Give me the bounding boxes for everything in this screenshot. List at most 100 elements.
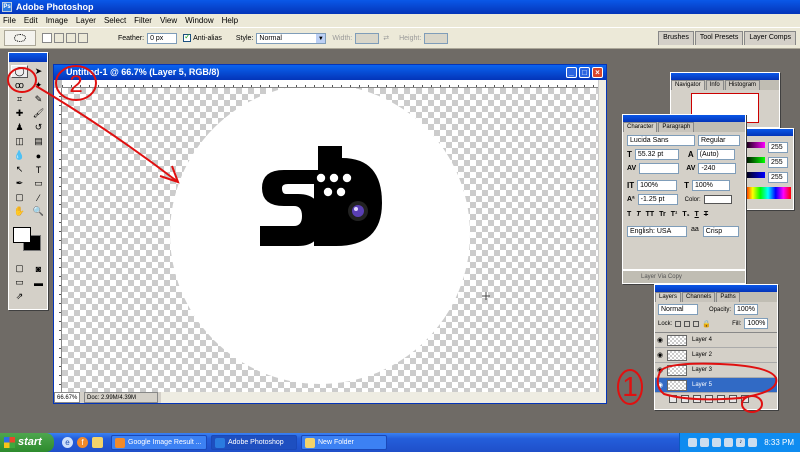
- menu-edit[interactable]: Edit: [24, 16, 38, 25]
- superscript-button[interactable]: T¹: [671, 211, 678, 218]
- hand-tool[interactable]: ✋: [11, 205, 28, 218]
- horizontal-ruler[interactable]: [62, 80, 598, 88]
- color-r-input[interactable]: 255: [768, 142, 788, 153]
- tool-preset-picker[interactable]: [4, 30, 36, 46]
- layer-row-selected[interactable]: ◉ Layer 5: [655, 378, 777, 393]
- tracking-input[interactable]: -240: [698, 163, 737, 174]
- close-icon[interactable]: ×: [592, 67, 603, 78]
- faux-bold-button[interactable]: T: [627, 211, 631, 218]
- layer-row[interactable]: ◉ Layer 3: [655, 363, 777, 378]
- tab-paths[interactable]: Paths: [716, 292, 740, 302]
- baseline-input[interactable]: -1.25 pt: [637, 194, 678, 205]
- lock-pixels-icon[interactable]: [684, 320, 691, 327]
- eye-icon[interactable]: ◉: [655, 366, 665, 374]
- horizontal-scale-input[interactable]: 100%: [692, 180, 730, 191]
- menu-file[interactable]: File: [3, 16, 16, 25]
- standard-mode-icon[interactable]: ▢: [11, 262, 28, 275]
- maximize-icon[interactable]: □: [579, 67, 590, 78]
- subtract-selection-icon[interactable]: [66, 33, 76, 43]
- layer-style-icon[interactable]: [681, 395, 689, 403]
- gradient-tool[interactable]: ▤: [30, 135, 47, 148]
- blur-tool[interactable]: 💧: [11, 149, 28, 162]
- well-tab-layer-comps[interactable]: Layer Comps: [744, 31, 796, 45]
- healing-brush-tool[interactable]: ✚: [11, 107, 28, 120]
- vertical-scrollbar[interactable]: [598, 80, 606, 393]
- underline-button[interactable]: T: [695, 211, 699, 218]
- screen-mode-icon[interactable]: ▭: [11, 276, 28, 289]
- add-mask-icon[interactable]: [693, 395, 701, 403]
- vertical-ruler[interactable]: [54, 88, 62, 393]
- new-layer-icon[interactable]: [729, 395, 737, 403]
- eye-icon[interactable]: ◉: [655, 381, 665, 389]
- menu-view[interactable]: View: [160, 16, 177, 25]
- zoom-level[interactable]: 66.67%: [54, 392, 80, 403]
- feather-input[interactable]: 0 px: [147, 32, 178, 44]
- doc-size[interactable]: Doc: 2.99M/4.39M: [84, 392, 158, 403]
- shape-tool[interactable]: ▭: [30, 177, 47, 190]
- network-icon[interactable]: [748, 438, 758, 447]
- tray-icon[interactable]: [724, 438, 734, 447]
- antialias-select[interactable]: Crisp: [702, 226, 739, 237]
- lasso-tool[interactable]: ꝏ: [11, 79, 28, 92]
- brush-tool[interactable]: 🖌: [30, 107, 47, 120]
- tab-channels[interactable]: Channels: [682, 292, 716, 302]
- font-size-input[interactable]: 55.32 pt: [634, 149, 679, 160]
- tray-icon[interactable]: [700, 438, 710, 447]
- well-tab-brushes[interactable]: Brushes: [658, 31, 694, 45]
- menu-filter[interactable]: Filter: [134, 16, 152, 25]
- all-caps-button[interactable]: TT: [646, 211, 655, 218]
- swap-icon[interactable]: ⇄: [383, 34, 389, 42]
- zoom-tool[interactable]: 🔍: [30, 205, 47, 218]
- fill-input[interactable]: 100%: [744, 318, 769, 329]
- opacity-input[interactable]: 100%: [734, 304, 759, 315]
- tab-histogram[interactable]: Histogram: [724, 80, 761, 90]
- folder-icon[interactable]: [92, 437, 103, 448]
- start-button[interactable]: start: [0, 433, 54, 452]
- height-input[interactable]: [424, 32, 449, 44]
- tab-navigator[interactable]: Navigator: [671, 80, 705, 90]
- firefox-icon[interactable]: f: [77, 437, 88, 448]
- tab-paragraph[interactable]: Paragraph: [658, 122, 695, 132]
- color-titlebar[interactable]: [739, 129, 793, 136]
- tray-icon[interactable]: [688, 438, 698, 447]
- task-new-folder[interactable]: New Folder: [301, 435, 387, 450]
- layer-row[interactable]: ◉ Layer 2: [655, 348, 777, 363]
- small-caps-button[interactable]: Tr: [659, 211, 666, 218]
- menu-help[interactable]: Help: [222, 16, 238, 25]
- character-titlebar[interactable]: [623, 115, 745, 122]
- task-adobe-photoshop[interactable]: Adobe Photoshop: [211, 435, 297, 450]
- menu-image[interactable]: Image: [46, 16, 68, 25]
- magic-wand-tool[interactable]: ✦: [30, 79, 47, 92]
- layers-titlebar[interactable]: [655, 285, 777, 292]
- dodge-tool[interactable]: ●: [30, 149, 47, 162]
- type-tool[interactable]: T: [30, 163, 47, 176]
- tab-info[interactable]: Info: [705, 80, 724, 90]
- move-tool[interactable]: ➤: [30, 65, 47, 78]
- document-canvas[interactable]: [62, 88, 598, 393]
- link-layers-icon[interactable]: [669, 395, 677, 403]
- well-tab-tool-presets[interactable]: Tool Presets: [694, 31, 744, 45]
- foreground-color-swatch[interactable]: [13, 227, 31, 243]
- menu-window[interactable]: Window: [185, 16, 213, 25]
- eye-icon[interactable]: ◉: [655, 351, 665, 359]
- strikethrough-button[interactable]: T: [704, 211, 708, 218]
- quick-mask-icon[interactable]: ◙: [30, 262, 47, 275]
- tab-character[interactable]: Character: [623, 122, 658, 132]
- layer-row[interactable]: ◉ Layer 4: [655, 333, 777, 348]
- tray-icon[interactable]: [712, 438, 722, 447]
- text-color-swatch[interactable]: [703, 195, 732, 204]
- color-ramp[interactable]: [745, 187, 791, 199]
- jump-to-imageready-icon[interactable]: ⇗: [11, 290, 28, 303]
- document-titlebar[interactable]: Untitled-1 @ 66.7% (Layer 5, RGB/8) _ □ …: [54, 65, 606, 80]
- lock-all-icon[interactable]: 🔒: [702, 320, 711, 328]
- ie-icon[interactable]: e: [62, 437, 73, 448]
- new-group-icon[interactable]: [717, 395, 725, 403]
- menu-layer[interactable]: Layer: [76, 16, 96, 25]
- style-select[interactable]: Normal ▼: [256, 32, 327, 44]
- navigator-titlebar[interactable]: [671, 73, 779, 80]
- toolbox-titlebar[interactable]: [9, 53, 47, 62]
- fullscreen-mode-icon[interactable]: ▬: [30, 276, 47, 289]
- lock-transparency-icon[interactable]: [675, 320, 682, 327]
- width-input[interactable]: [355, 32, 380, 44]
- lock-position-icon[interactable]: [693, 320, 700, 327]
